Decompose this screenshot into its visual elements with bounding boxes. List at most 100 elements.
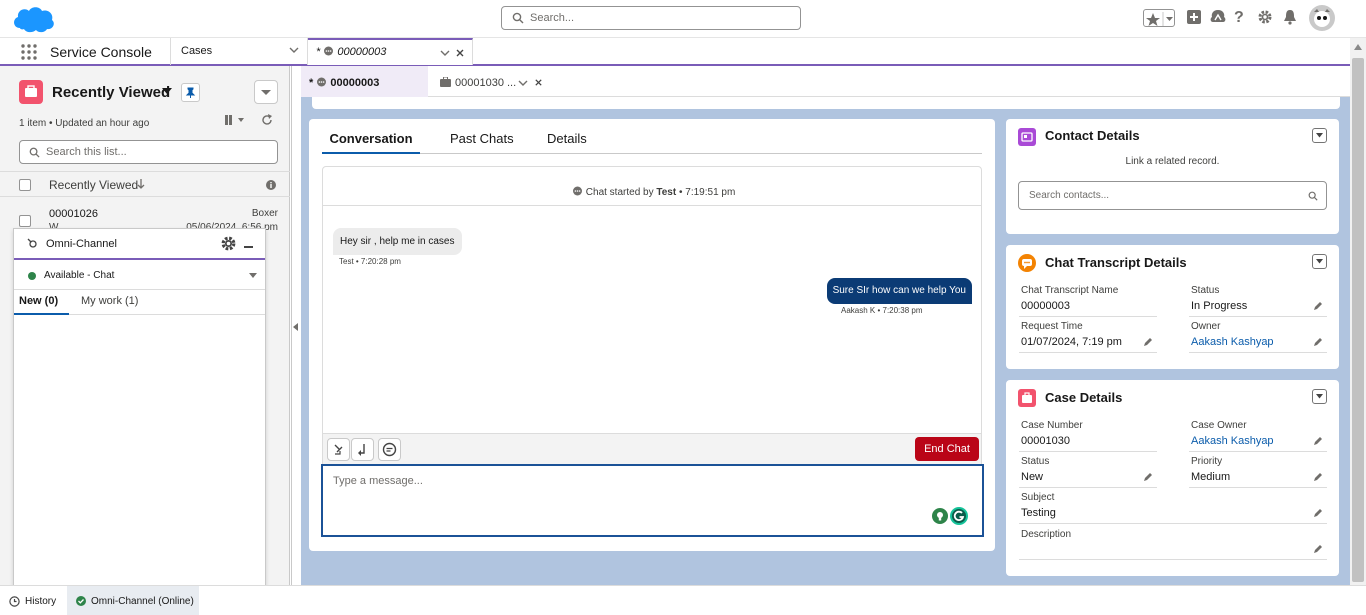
record-highlights-strip — [312, 97, 1340, 109]
refresh-icon[interactable] — [261, 114, 273, 126]
tab-past-chats[interactable]: Past Chats — [450, 131, 514, 146]
edit-pencil-icon[interactable] — [1143, 472, 1153, 482]
chevron-down-icon[interactable] — [518, 79, 528, 87]
subtab-case-label[interactable]: 00001030 ... — [455, 77, 516, 89]
pin-list-button[interactable] — [181, 83, 200, 102]
subtab-chat-active[interactable]: * 00000003 — [301, 66, 428, 97]
agent-message-bubble: Sure SIr how can we help You — [826, 278, 972, 304]
omni-status-label: Available - Chat — [44, 270, 115, 281]
display-as-table-icon[interactable] — [225, 115, 245, 125]
bulb-suggestion-icon[interactable] — [932, 508, 948, 524]
transcript-card-title: Chat Transcript Details — [1045, 255, 1187, 270]
caret-down-icon[interactable] — [162, 87, 172, 95]
list-view-title[interactable]: Recently Viewed — [52, 84, 170, 101]
trailhead-icon[interactable] — [1209, 9, 1229, 29]
close-icon[interactable] — [534, 78, 543, 87]
edit-pencil-icon[interactable] — [1143, 337, 1153, 347]
divider — [323, 205, 981, 206]
card-menu-button[interactable] — [1312, 128, 1327, 143]
tab-conversation[interactable]: Conversation — [322, 131, 420, 154]
message-input[interactable]: Type a message... — [321, 464, 984, 537]
edit-pencil-icon[interactable] — [1313, 544, 1323, 554]
edit-pencil-icon[interactable] — [1313, 472, 1323, 482]
utility-omni-channel[interactable]: Omni-Channel (Online) — [67, 586, 199, 615]
transfer-button[interactable] — [351, 438, 374, 461]
contact-search-input[interactable]: Search contacts... — [1018, 181, 1327, 210]
end-chat-button[interactable]: End Chat — [915, 437, 979, 461]
page-scrollbar[interactable] — [1350, 38, 1366, 585]
chat-icon — [316, 77, 327, 88]
field-label: Request Time — [1021, 321, 1083, 332]
request-time-value: 01/07/2024, 7:19 pm — [1021, 336, 1122, 348]
field-divider — [1019, 487, 1157, 488]
edit-pencil-icon[interactable] — [1313, 508, 1323, 518]
conference-chat-button[interactable] — [378, 438, 401, 461]
global-search-input[interactable]: Search... — [501, 6, 801, 30]
list-actions-button[interactable] — [254, 80, 278, 104]
omni-header: Omni-Channel — [14, 229, 265, 260]
panel-collapse-handle[interactable] — [291, 66, 300, 585]
chat-icon — [323, 46, 334, 57]
omni-channel-widget: Omni-Channel Available - Chat New (0) My… — [13, 228, 266, 588]
list-search-input[interactable]: Search this list... — [19, 140, 278, 164]
field-label: Owner — [1191, 321, 1221, 332]
edit-pencil-icon[interactable] — [1313, 301, 1323, 311]
case-card-title: Case Details — [1045, 390, 1123, 405]
quick-text-button[interactable] — [327, 438, 350, 461]
omni-settings-gear-icon[interactable] — [220, 235, 237, 252]
utility-history[interactable]: History — [0, 586, 67, 615]
caret-down-icon[interactable] — [249, 273, 257, 279]
chevron-down-icon[interactable] — [289, 46, 299, 54]
app-launcher-icon[interactable] — [21, 44, 37, 60]
field-label: Subject — [1021, 492, 1055, 503]
field-divider — [1019, 316, 1157, 317]
notifications-bell-icon[interactable] — [1282, 9, 1302, 29]
search-icon — [512, 12, 524, 24]
tab-new[interactable]: New (0) — [14, 291, 69, 315]
close-icon[interactable] — [455, 48, 465, 58]
info-icon — [266, 180, 276, 190]
minimize-icon[interactable] — [244, 246, 253, 248]
scroll-thumb[interactable] — [1352, 58, 1364, 582]
field-label: Status — [1191, 285, 1220, 296]
omni-status-select[interactable]: Available - Chat — [14, 262, 265, 290]
chat-started-prefix: Chat started by — [585, 187, 654, 198]
chevron-down-icon[interactable] — [440, 49, 450, 57]
row-checkbox[interactable] — [19, 215, 31, 227]
tab-details[interactable]: Details — [547, 131, 587, 146]
card-menu-button[interactable] — [1312, 254, 1327, 269]
field-divider — [1189, 451, 1327, 452]
field-divider — [1019, 523, 1327, 524]
tab-my-work[interactable]: My work (1) — [81, 295, 138, 307]
chat-started-line: Chat started by Test • 7:19:51 pm — [572, 186, 735, 198]
object-nav-label: Cases — [181, 45, 213, 57]
workspace-tab-active[interactable]: * 00000003 — [308, 38, 473, 65]
contact-card-title: Contact Details — [1045, 128, 1140, 143]
field-label: Case Owner — [1191, 420, 1247, 431]
scroll-up-arrow-icon[interactable] — [1354, 44, 1362, 50]
salesforce-logo[interactable] — [11, 4, 56, 34]
search-icon — [1308, 191, 1318, 201]
case-icon — [1018, 389, 1036, 407]
column-header-label[interactable]: Recently Viewed — [49, 178, 138, 192]
edit-pencil-icon[interactable] — [1313, 337, 1323, 347]
chevron-left-icon[interactable] — [293, 323, 299, 331]
workspace-tab-label: 00000003 — [337, 46, 387, 58]
favorites-button[interactable] — [1143, 9, 1175, 27]
case-owner-link[interactable]: Aakash Kashyap — [1191, 435, 1274, 447]
grammarly-icon[interactable] — [950, 507, 968, 525]
row-case-number[interactable]: 00001026 — [49, 208, 98, 220]
transcript-owner-link[interactable]: Aakash Kashyap — [1191, 336, 1274, 348]
chat-transcript-card: Chat Transcript Details Chat Transcript … — [1006, 245, 1339, 369]
object-nav-tab[interactable]: Cases — [170, 38, 308, 65]
global-actions-icon[interactable] — [1186, 9, 1206, 29]
card-menu-button[interactable] — [1312, 389, 1327, 404]
setup-gear-icon[interactable] — [1257, 9, 1277, 29]
select-all-checkbox[interactable] — [19, 179, 31, 191]
user-avatar[interactable] — [1309, 5, 1335, 31]
help-icon[interactable]: ? — [1234, 9, 1254, 29]
edit-pencil-icon[interactable] — [1313, 436, 1323, 446]
sort-arrow-down-icon[interactable] — [137, 178, 145, 190]
transcript-status-value: In Progress — [1191, 300, 1248, 312]
clock-icon — [9, 596, 20, 607]
